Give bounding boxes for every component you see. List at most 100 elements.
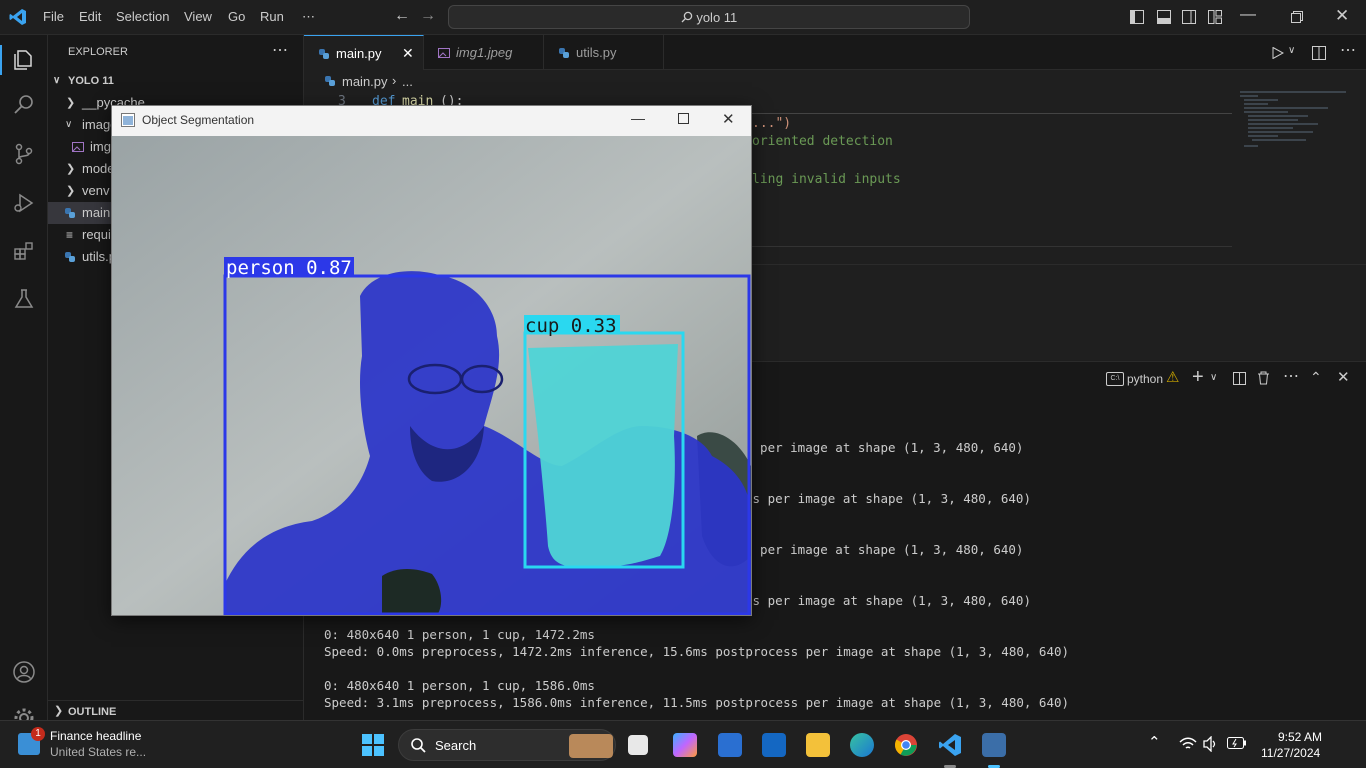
explorer-title: EXPLORER	[68, 46, 128, 58]
warning-icon[interactable]: ⚠	[1166, 368, 1179, 386]
window-close-icon[interactable]: ✕	[722, 110, 735, 128]
close-icon[interactable]: ✕	[1335, 6, 1349, 26]
breadcrumb-separator: ›	[392, 73, 397, 88]
explorer-more-icon[interactable]: ⋯	[272, 40, 288, 60]
app-window-icon	[121, 113, 135, 127]
window-minimize-icon[interactable]: —	[631, 110, 645, 126]
minimap[interactable]	[1238, 90, 1348, 150]
search-label: Search	[435, 738, 477, 753]
terminal-line: Speed: 3.1ms preprocess, 1586.0ms infere…	[324, 695, 1070, 710]
terminal-line: 0: 480x640 1 person, 1 cup, 1586.0ms	[324, 678, 595, 693]
restore-icon[interactable]	[1291, 11, 1303, 23]
terminal-line: ss per image at shape (1, 3, 480, 640)	[745, 593, 1031, 608]
cup-detection-label: cup 0.33	[525, 315, 617, 337]
file-explorer-icon[interactable]	[806, 733, 830, 757]
account-icon[interactable]	[12, 660, 36, 684]
edge-icon[interactable]	[850, 733, 874, 757]
source-control-icon[interactable]	[12, 142, 36, 166]
terminal-dropdown-icon[interactable]: ∨	[1210, 372, 1217, 383]
python-file-icon	[65, 252, 75, 262]
news-subtitle[interactable]: United States re...	[50, 745, 146, 759]
split-editor-icon[interactable]	[1312, 46, 1326, 60]
outline-section[interactable]: ❯ OUTLINE	[48, 700, 304, 722]
menu-more[interactable]: ⋯	[302, 9, 315, 25]
window-title: Object Segmentation	[142, 113, 255, 127]
breadcrumb-file[interactable]: main.py	[342, 74, 388, 89]
tab-img1[interactable]: img1.jpeg	[424, 35, 544, 70]
new-terminal-icon[interactable]: +	[1192, 366, 1204, 389]
run-debug-icon[interactable]	[12, 191, 36, 215]
code-fragment-comment-2: ling invalid inputs	[752, 172, 901, 187]
clock-time[interactable]: 9:52 AM	[1278, 730, 1322, 744]
terminal-line: Speed: 0.0ms preprocess, 1472.2ms infere…	[324, 644, 1070, 659]
maximize-panel-icon[interactable]: ⌃	[1310, 369, 1322, 386]
terminal-icon: C:\	[1106, 372, 1124, 386]
breadcrumb: main.py › ...	[304, 70, 1366, 92]
tab-main-py[interactable]: main.py ✕	[304, 35, 424, 70]
customize-layout-icon[interactable]	[1208, 10, 1222, 24]
search-highlight-icon	[569, 734, 613, 758]
toggle-secondary-sidebar-icon[interactable]	[1182, 10, 1196, 24]
battery-icon[interactable]	[1227, 737, 1247, 749]
search-icon	[681, 11, 692, 23]
volume-icon[interactable]	[1203, 736, 1217, 752]
forward-arrow-icon[interactable]: →	[420, 7, 436, 25]
vscode-taskbar-icon[interactable]	[938, 733, 962, 757]
title-bar: File Edit Selection View Go Run ⋯ ← → yo…	[0, 0, 1366, 35]
news-title[interactable]: Finance headline	[50, 729, 141, 743]
search-icon[interactable]	[12, 93, 36, 117]
chevron-right-icon: ❯	[66, 163, 76, 175]
copilot-icon[interactable]	[673, 733, 697, 757]
store-icon[interactable]	[718, 733, 742, 757]
menu-selection[interactable]: Selection	[116, 9, 169, 24]
menu-run[interactable]: Run	[260, 9, 284, 24]
task-view-icon[interactable]	[628, 735, 648, 755]
wifi-icon[interactable]	[1179, 737, 1197, 751]
terminal-name[interactable]: python	[1127, 372, 1163, 386]
panel-more-icon[interactable]: ⋯	[1283, 366, 1299, 386]
menu-file[interactable]: File	[43, 9, 64, 24]
command-center-label: yolo 11	[696, 10, 738, 25]
toggle-sidebar-icon[interactable]	[1130, 10, 1144, 24]
trash-icon[interactable]	[1257, 371, 1270, 385]
text-file-icon: ≡	[66, 228, 74, 242]
chevron-up-icon[interactable]: ⌃	[1148, 733, 1161, 751]
person-detection-label: person 0.87	[226, 257, 352, 279]
editor-more-icon[interactable]: ⋯	[1340, 40, 1356, 60]
split-terminal-icon[interactable]	[1233, 372, 1246, 385]
chevron-right-icon: ❯	[66, 97, 76, 109]
menu-edit[interactable]: Edit	[79, 9, 101, 24]
run-dropdown-icon[interactable]: ∨	[1288, 45, 1295, 56]
python-app-icon[interactable]	[982, 733, 1006, 757]
outlook-icon[interactable]	[762, 733, 786, 757]
menu-go[interactable]: Go	[228, 9, 245, 24]
testing-icon[interactable]	[12, 287, 36, 311]
python-file-icon	[319, 49, 329, 59]
breadcrumb-rest[interactable]: ...	[402, 74, 413, 89]
segmentation-frame: person 0.87 cup 0.33	[112, 136, 751, 615]
toggle-panel-icon[interactable]	[1157, 10, 1171, 24]
close-tab-icon[interactable]: ✕	[402, 36, 414, 71]
terminal-line: ss per image at shape (1, 3, 480, 640)	[745, 491, 1031, 506]
clock-date[interactable]: 11/27/2024	[1261, 746, 1320, 760]
close-panel-icon[interactable]: ✕	[1337, 368, 1350, 386]
minimize-icon[interactable]: —	[1240, 6, 1256, 24]
activity-bar	[0, 35, 48, 728]
segmentation-window[interactable]: Object Segmentation — ✕ person 0.87 cup …	[111, 105, 752, 616]
back-arrow-icon[interactable]: ←	[394, 7, 410, 25]
chevron-right-icon: ❯	[66, 185, 76, 197]
window-maximize-icon[interactable]	[678, 113, 689, 124]
taskbar-search[interactable]: Search	[398, 729, 616, 761]
chrome-icon[interactable]	[894, 733, 918, 757]
menu-view[interactable]: View	[184, 9, 212, 24]
terminal-line: 0: 480x640 1 person, 1 cup, 1472.2ms	[324, 627, 595, 642]
windows-start-icon[interactable]	[362, 734, 384, 756]
command-center[interactable]: yolo 11	[448, 5, 970, 29]
chevron-down-icon: ∨	[65, 119, 73, 130]
tab-utils-py[interactable]: utils.py	[544, 35, 664, 70]
workspace-root[interactable]: ∨ YOLO 11	[48, 70, 304, 92]
extensions-icon[interactable]	[12, 239, 36, 263]
terminal-line: s per image at shape (1, 3, 480, 640)	[745, 440, 1024, 455]
explorer-icon[interactable]	[12, 48, 36, 72]
run-python-icon[interactable]	[1272, 47, 1284, 59]
